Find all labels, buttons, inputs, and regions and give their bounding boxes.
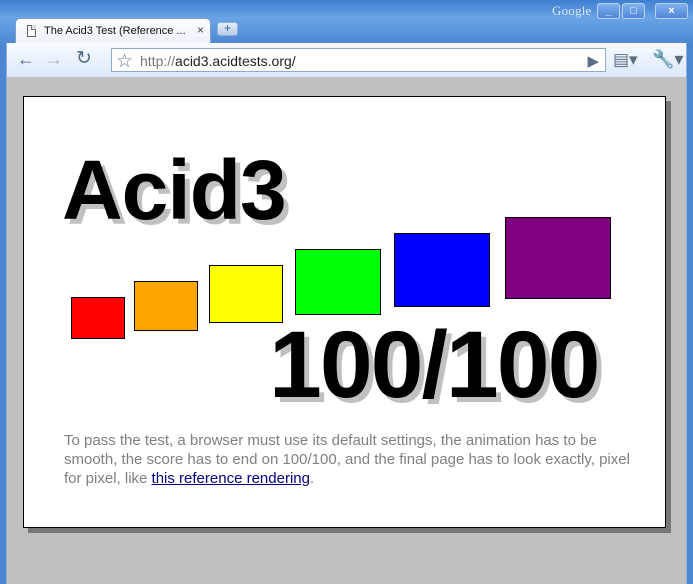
- tab-close-icon[interactable]: ×: [197, 23, 204, 37]
- address-bar[interactable]: ☆ http://acid3.acidtests.org/ ▶: [111, 48, 606, 72]
- page-icon: [27, 25, 36, 37]
- browser-window: Google _ □ × The Acid3 Test (Reference .…: [0, 0, 693, 584]
- page-viewport: Acid3 100/100 To pass the test, a browse…: [6, 77, 687, 584]
- orange-box: [134, 281, 198, 331]
- go-icon[interactable]: ▶: [587, 52, 599, 70]
- browser-brand: Google: [552, 3, 592, 18]
- close-button[interactable]: ×: [655, 3, 688, 19]
- bookmark-star-icon[interactable]: ☆: [116, 50, 133, 73]
- score-text: 100/100: [269, 312, 600, 418]
- url-text[interactable]: http://acid3.acidtests.org/: [140, 53, 296, 69]
- url-scheme: http://: [140, 53, 176, 69]
- purple-box: [505, 217, 611, 299]
- description-suffix: .: [309, 470, 315, 487]
- blue-box: [394, 233, 490, 307]
- description-prefix: To pass the test, a browser must use its…: [64, 432, 630, 487]
- forward-button[interactable]: →: [42, 50, 66, 70]
- active-tab[interactable]: The Acid3 Test (Reference ... ×: [15, 18, 211, 43]
- reload-button[interactable]: ↻: [72, 49, 96, 70]
- tab-strip: The Acid3 Test (Reference ... × +: [6, 18, 693, 43]
- maximize-icon: □: [630, 5, 637, 17]
- minimize-button[interactable]: _: [597, 3, 620, 19]
- page-menu-icon[interactable]: ▤▾: [613, 50, 638, 70]
- new-tab-button[interactable]: +: [217, 22, 238, 36]
- lime-box: [295, 249, 381, 315]
- url-host-path: acid3.acidtests.org/: [175, 53, 296, 69]
- red-box: [71, 297, 125, 339]
- test-description: To pass the test, a browser must use its…: [64, 431, 639, 488]
- wrench-menu-icon[interactable]: 🔧▾: [652, 49, 683, 70]
- maximize-button[interactable]: □: [622, 3, 645, 19]
- acid3-heading: Acid3: [62, 143, 287, 237]
- reference-rendering-link[interactable]: this reference rendering: [152, 470, 310, 487]
- back-button[interactable]: ←: [14, 50, 38, 70]
- acid3-test-panel: Acid3 100/100 To pass the test, a browse…: [23, 96, 666, 528]
- navigation-toolbar: ← → ↻ ☆ http://acid3.acidtests.org/ ▶ ▤▾…: [6, 43, 687, 77]
- close-icon: ×: [668, 5, 675, 17]
- minimize-icon: _: [605, 5, 612, 17]
- tab-title: The Acid3 Test (Reference ...: [44, 25, 186, 37]
